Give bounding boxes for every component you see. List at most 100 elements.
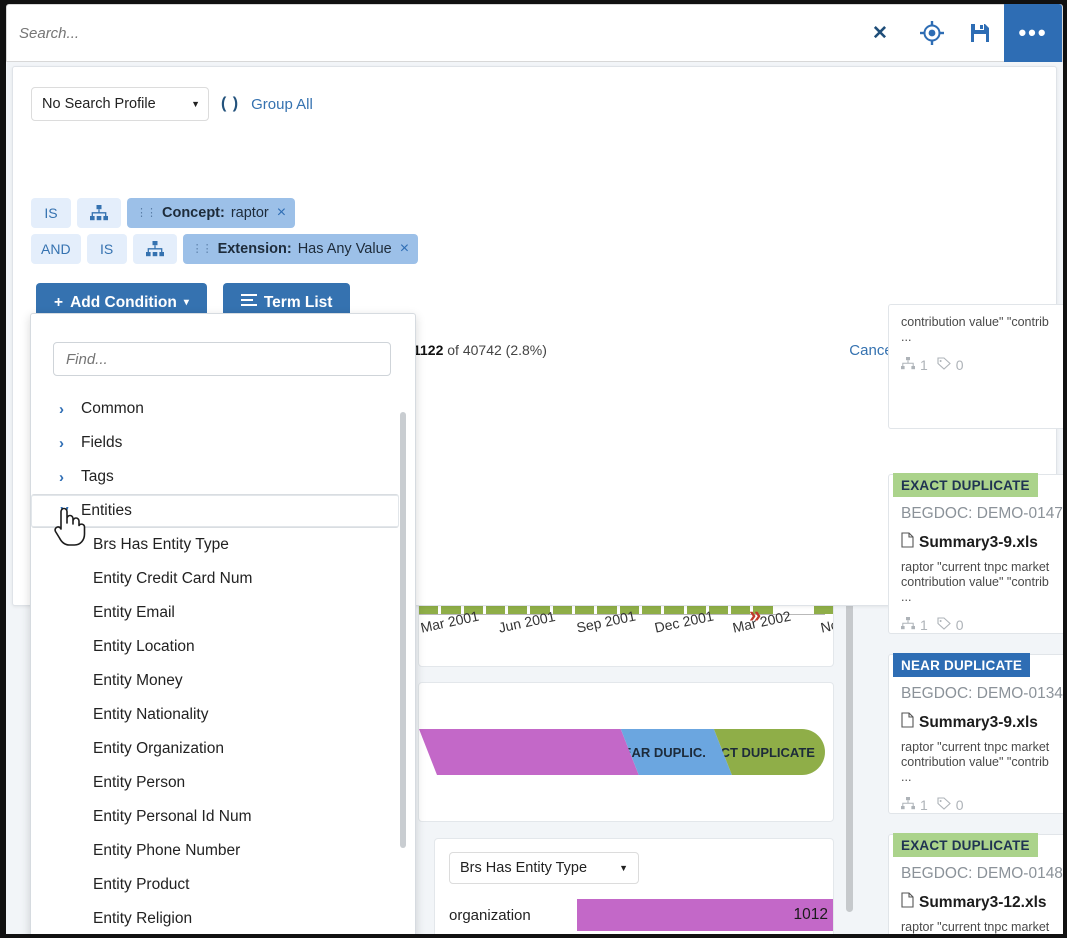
- tag-icon: [933, 797, 951, 813]
- tree-group-entities[interactable]: ∨ Entities: [31, 494, 399, 528]
- tree-group-label: Tags: [81, 468, 114, 485]
- condition-field-2: Extension:: [217, 241, 292, 257]
- chevron-down-icon: ▾: [183, 297, 189, 308]
- duplicate-ribbon-card: NEAR DUPLIC. EXACT DUPLICATE: [418, 682, 834, 822]
- status-badge: NEAR DUPLICATE: [893, 653, 1031, 677]
- search-input[interactable]: [7, 24, 852, 42]
- entity-type-card: Brs Has Entity Type ▼ organization1012pe…: [434, 838, 834, 934]
- entity-type-select[interactable]: Brs Has Entity Type ▼: [449, 852, 639, 884]
- tree-item-brs-has-entity-type[interactable]: Brs Has Entity Type: [31, 528, 415, 562]
- chevron-right-icon: ›: [59, 468, 64, 486]
- overflow-chevron-icon[interactable]: »: [749, 604, 761, 626]
- result-snippet-line: raptor "current tnpc market: [901, 740, 1050, 754]
- chevron-down-icon: ▼: [191, 99, 200, 109]
- search-profile-select[interactable]: No Search Profile ▼: [31, 87, 209, 121]
- tree-item-entity-phone-number[interactable]: Entity Phone Number: [31, 834, 415, 868]
- condition-value-2: Has Any Value: [297, 241, 392, 257]
- hierarchy-icon[interactable]: [132, 234, 177, 264]
- result-filename-text: Summary3-9.xls: [919, 713, 1038, 731]
- chevron-right-icon: ›: [59, 434, 64, 452]
- tree-item-entity-religion[interactable]: Entity Religion: [31, 902, 415, 934]
- result-count-hits: 1122: [413, 342, 444, 358]
- result-filename[interactable]: Summary3-9.xls: [901, 712, 1038, 733]
- document-icon: [901, 532, 914, 553]
- tree-item-entity-credit-card-num[interactable]: Entity Credit Card Num: [31, 562, 415, 596]
- tree-item-entity-product[interactable]: Entity Product: [31, 868, 415, 902]
- related-links-icon: [901, 357, 915, 373]
- result-card[interactable]: NEAR DUPLICATE BEGDOC: DEMO-0134 Summary3-…: [888, 653, 1063, 814]
- results-list: contribution value" "contrib... 1 0 EXACT D…: [888, 62, 1063, 934]
- document-icon: [901, 892, 914, 913]
- result-snippet-line: contribution value" "contrib: [901, 755, 1049, 769]
- result-meta: 10: [901, 357, 964, 373]
- ribbon-segment[interactable]: [419, 729, 639, 775]
- result-tag-count: 0: [955, 797, 964, 813]
- dropdown-scrollbar[interactable]: [400, 412, 406, 848]
- group-all-link[interactable]: Group All: [251, 96, 313, 113]
- plus-icon: +: [54, 293, 64, 311]
- add-condition-label: Add Condition: [70, 293, 177, 311]
- hierarchy-icon[interactable]: [77, 198, 121, 228]
- tag-icon: [933, 357, 951, 373]
- result-filename[interactable]: Summary3-9.xls: [901, 532, 1038, 553]
- tree-item-entity-money[interactable]: Entity Money: [31, 664, 415, 698]
- tree-item-entity-email[interactable]: Entity Email: [31, 596, 415, 630]
- condition-chip-concept[interactable]: ⋮⋮ Concept: raptor ×: [127, 198, 296, 228]
- group-paren-icon: ( ): [221, 95, 240, 112]
- result-tag-count: 0: [955, 357, 964, 373]
- tree-item-entity-nationality[interactable]: Entity Nationality: [31, 698, 415, 732]
- result-card[interactable]: EXACT DUPLICATE BEGDOC: DEMO-0147 Summary3…: [888, 473, 1063, 634]
- remove-condition-1-icon[interactable]: ×: [277, 204, 286, 222]
- condition-tree: › Common › Fields › Tags ∨ Entities Brs Has Enti…: [31, 392, 415, 934]
- crosshair-target-icon[interactable]: [908, 4, 956, 62]
- chevron-right-icon: ›: [59, 400, 64, 418]
- result-card[interactable]: contribution value" "contrib... 1 0: [888, 304, 1063, 429]
- timeline-x-labels: Mar 2001 Jun 2001 Sep 2001 Dec 2001 Mar 2002…: [419, 608, 833, 662]
- tree-group-label: Fields: [81, 434, 123, 451]
- result-filename-text: Summary3-9.xls: [919, 533, 1038, 551]
- tree-group-tags[interactable]: › Tags: [31, 460, 415, 494]
- tree-item-entity-person[interactable]: Entity Person: [31, 766, 415, 800]
- tree-group-common[interactable]: › Common: [31, 392, 415, 426]
- ellipsis-more-icon[interactable]: •••: [1004, 4, 1062, 62]
- condition-chip-extension[interactable]: ⋮⋮ Extension: Has Any Value ×: [182, 234, 419, 264]
- entity-bar[interactable]: 1012: [577, 899, 833, 931]
- remove-condition-2-icon[interactable]: ×: [400, 240, 409, 258]
- entity-bar-row: organization 1012: [449, 899, 833, 931]
- ribbon-segment[interactable]: EXACT DUPLICATE: [713, 729, 825, 775]
- duplicate-ribbon: NEAR DUPLIC. EXACT DUPLICATE: [419, 729, 825, 775]
- find-input[interactable]: [53, 342, 391, 376]
- status-badge: EXACT DUPLICATE: [893, 473, 1038, 497]
- result-meta: 10: [901, 617, 964, 633]
- query-builder-header: No Search Profile ▼ ( ) Group All: [31, 87, 313, 121]
- tree-item-entity-location[interactable]: Entity Location: [31, 630, 415, 664]
- result-filename[interactable]: Summary3-12.xls: [901, 892, 1047, 913]
- result-meta: 10: [901, 797, 964, 813]
- tree-item-entity-personal-id-num[interactable]: Entity Personal Id Num: [31, 800, 415, 834]
- document-icon: [901, 712, 914, 733]
- ribbon-segment[interactable]: NEAR DUPLIC.: [621, 729, 732, 775]
- chevron-down-icon: ▼: [619, 863, 628, 873]
- drag-grip-icon[interactable]: ⋮⋮: [136, 207, 157, 218]
- tree-group-label: Common: [81, 400, 144, 417]
- tree-group-fields[interactable]: › Fields: [31, 426, 415, 460]
- condition-operator-2[interactable]: IS: [86, 234, 127, 264]
- result-snippet-line: ...: [901, 590, 912, 604]
- app-root: ✕ •••: [0, 0, 1067, 938]
- result-snippet-line: ...: [901, 770, 912, 784]
- result-tag-count: 0: [955, 617, 964, 633]
- result-link-count: 1: [920, 617, 928, 633]
- close-x-icon[interactable]: ✕: [852, 4, 908, 62]
- condition-operator-1[interactable]: IS: [31, 198, 71, 228]
- result-card[interactable]: EXACT DUPLICATE BEGDOC: DEMO-0148 Summary3…: [888, 833, 1063, 934]
- floppy-save-icon[interactable]: [956, 4, 1004, 62]
- result-begdoc: BEGDOC: DEMO-0134: [901, 685, 1063, 702]
- result-link-count: 1: [920, 797, 928, 813]
- result-begdoc: BEGDOC: DEMO-0148: [901, 865, 1063, 882]
- result-snippet-line: raptor "current tnpc market: [901, 560, 1050, 574]
- tree-item-entity-organization[interactable]: Entity Organization: [31, 732, 415, 766]
- condition-boolean-2[interactable]: AND: [31, 234, 81, 264]
- related-links-icon: [901, 617, 915, 633]
- drag-grip-icon[interactable]: ⋮⋮: [192, 243, 213, 254]
- result-count-total: of 40742 (2.8%): [447, 342, 547, 358]
